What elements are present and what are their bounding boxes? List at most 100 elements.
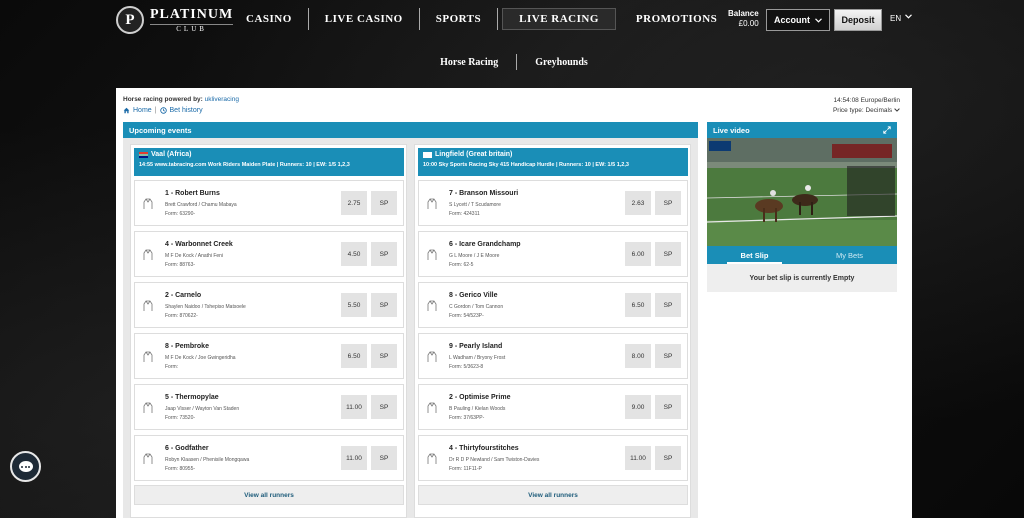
- jockey-silk-icon: [143, 351, 153, 362]
- runner-trainer-jockey: Shaylen Naidoo / Tshepiso Matsoele: [165, 304, 246, 310]
- odds-button[interactable]: 11.00: [341, 446, 367, 470]
- runner-row: 6 - Icare Grandchamp G L Moore / J E Moo…: [418, 231, 688, 277]
- sp-button[interactable]: SP: [371, 344, 397, 368]
- runner-form: Form: 80955-: [165, 466, 196, 472]
- jockey-silk-icon: [427, 402, 437, 413]
- odds-button[interactable]: 6.50: [341, 344, 367, 368]
- sp-button[interactable]: SP: [371, 446, 397, 470]
- runner-name: 8 - Pembroke: [165, 343, 209, 350]
- chat-button[interactable]: [10, 451, 41, 482]
- sp-button[interactable]: SP: [655, 395, 681, 419]
- powered-by: Horse racing powered by: ukliveracing: [123, 96, 239, 103]
- price-type-selector[interactable]: Price type: Decimals: [833, 106, 900, 116]
- account-button[interactable]: Account: [766, 9, 830, 31]
- logo-sub-text: CLUB: [150, 23, 234, 33]
- tab-horse-racing[interactable]: Horse Racing: [422, 54, 518, 70]
- live-video-player[interactable]: [707, 138, 897, 246]
- runner-row: 4 - Thirtyfourstitches Dr R D P Newland …: [418, 435, 688, 481]
- race-info: 10:00 Sky Sports Racing Sky 415 Handicap…: [423, 162, 629, 168]
- odds-button[interactable]: 5.50: [341, 293, 367, 317]
- tab-bet-slip[interactable]: Bet Slip: [707, 246, 802, 264]
- runner-name: 4 - Thirtyfourstitches: [449, 445, 519, 452]
- sp-button[interactable]: SP: [371, 395, 397, 419]
- race-title: Vaal (Africa): [151, 151, 192, 158]
- odds-button[interactable]: 6.50: [625, 293, 651, 317]
- nav-promotions[interactable]: PROMOTIONS: [620, 8, 733, 30]
- runner-form: Form: 11F11-P: [449, 466, 482, 472]
- odds-button[interactable]: 4.50: [341, 242, 367, 266]
- jockey-silk-icon: [143, 249, 153, 260]
- runner-name: 8 - Gerico Ville: [449, 292, 498, 299]
- odds-button[interactable]: 8.00: [625, 344, 651, 368]
- nav-casino[interactable]: CASINO: [230, 8, 309, 30]
- race-header[interactable]: Vaal (Africa) 14:55 www.tabracing.com Wo…: [134, 148, 404, 176]
- top-nav: P PLATINUM CLUB CASINO LIVE CASINO SPORT…: [0, 0, 1024, 40]
- balance-value: £0.00: [738, 19, 759, 29]
- deposit-button[interactable]: Deposit: [834, 9, 882, 31]
- bet-history-link[interactable]: Bet history: [170, 107, 203, 114]
- odds-button[interactable]: 2.63: [625, 191, 651, 215]
- odds-button[interactable]: 6.00: [625, 242, 651, 266]
- chevron-down-icon: [905, 14, 913, 19]
- upcoming-events-body: Vaal (Africa) 14:55 www.tabracing.com Wo…: [123, 138, 698, 518]
- runner-trainer-jockey: Dr R D P Newland / Sam Twiston-Davies: [449, 457, 540, 463]
- sp-button[interactable]: SP: [655, 446, 681, 470]
- runner-row: 7 - Branson Missouri S Lycett / T Scudam…: [418, 180, 688, 226]
- nav-sports[interactable]: SPORTS: [420, 8, 499, 30]
- chat-icon: [18, 461, 33, 472]
- balance-label: Balance: [728, 9, 759, 18]
- runner-name: 4 - Warbonnet Creek: [165, 241, 233, 248]
- flag-south-africa-icon: [139, 151, 148, 158]
- main-nav: CASINO LIVE CASINO SPORTS LIVE RACING PR…: [230, 8, 733, 30]
- logo[interactable]: P PLATINUM CLUB: [116, 6, 234, 34]
- sp-button[interactable]: SP: [655, 191, 681, 215]
- sp-button[interactable]: SP: [371, 293, 397, 317]
- odds-button[interactable]: 11.00: [625, 446, 651, 470]
- nav-live-casino[interactable]: LIVE CASINO: [309, 8, 420, 30]
- betslip-empty-message: Your bet slip is currently Empty: [707, 264, 897, 292]
- race-card: Vaal (Africa) 14:55 www.tabracing.com Wo…: [130, 144, 407, 518]
- jockey-silk-icon: [143, 402, 153, 413]
- language-selector[interactable]: EN: [890, 14, 913, 23]
- expand-icon[interactable]: [883, 126, 891, 134]
- runner-row: 4 - Warbonnet Creek M F De Kock / Anathi…: [134, 231, 404, 277]
- odds-button[interactable]: 9.00: [625, 395, 651, 419]
- jockey-silk-icon: [143, 198, 153, 209]
- runner-trainer-jockey: Jaap Visser / Wayton Van Staden: [165, 406, 240, 412]
- runner-form: Form: 73520-: [165, 415, 196, 421]
- nav-live-racing[interactable]: LIVE RACING: [502, 8, 616, 30]
- sp-button[interactable]: SP: [655, 344, 681, 368]
- live-video-title: Live video: [713, 125, 750, 135]
- upcoming-events-header: Upcoming events: [123, 122, 698, 138]
- runner-name: 6 - Godfather: [165, 445, 209, 452]
- powered-by-link[interactable]: ukliveracing: [205, 96, 239, 103]
- view-all-runners-button[interactable]: View all runners: [418, 485, 688, 505]
- home-link[interactable]: Home: [133, 107, 152, 114]
- runner-trainer-jockey: G L Moore / J E Moore: [449, 253, 500, 259]
- odds-button[interactable]: 2.75: [341, 191, 367, 215]
- runner-trainer-jockey: S Lycett / T Scudamore: [449, 202, 501, 208]
- tab-my-bets[interactable]: My Bets: [802, 246, 897, 264]
- runner-form: Form:: [165, 364, 179, 370]
- chevron-down-icon: [894, 108, 900, 113]
- logo-main-text: PLATINUM: [150, 6, 234, 22]
- tab-greyhounds[interactable]: Greyhounds: [517, 54, 606, 70]
- jockey-silk-icon: [427, 453, 437, 464]
- sp-button[interactable]: SP: [655, 242, 681, 266]
- jockey-silk-icon: [143, 453, 153, 464]
- sp-button[interactable]: SP: [371, 242, 397, 266]
- race-header[interactable]: Lingfield (Great britain) 10:00 Sky Spor…: [418, 148, 688, 176]
- runner-name: 1 - Robert Burns: [165, 190, 220, 197]
- jockey-silk-icon: [427, 249, 437, 260]
- odds-button[interactable]: 11.00: [341, 395, 367, 419]
- live-video-header: Live video: [707, 122, 897, 138]
- jockey-silk-icon: [427, 198, 437, 209]
- logo-badge: P: [116, 6, 144, 34]
- runner-trainer-jockey: M F De Kock / Joe Gwingeridha: [165, 355, 236, 361]
- sp-button[interactable]: SP: [655, 293, 681, 317]
- runner-trainer-jockey: Brett Crawford / Chamu Mabaya: [165, 202, 237, 208]
- view-all-runners-button[interactable]: View all runners: [134, 485, 404, 505]
- sp-button[interactable]: SP: [371, 191, 397, 215]
- runner-trainer-jockey: M F De Kock / Anathi Feni: [165, 253, 224, 259]
- runner-trainer-jockey: Robyn Klaasen / Phenisile Mongqawa: [165, 457, 250, 463]
